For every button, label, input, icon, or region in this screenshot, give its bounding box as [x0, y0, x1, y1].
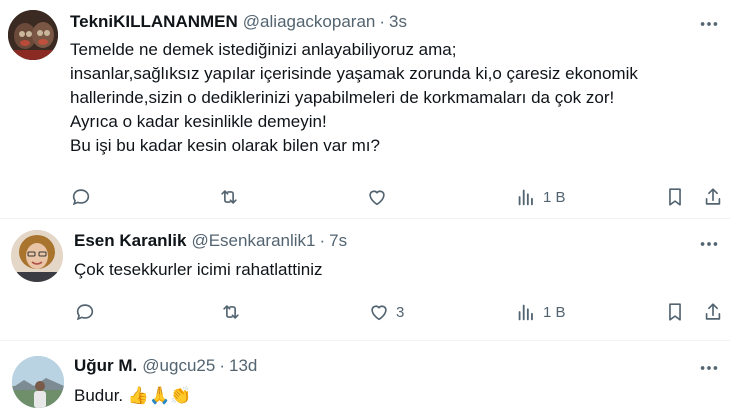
reply-icon — [74, 301, 96, 323]
more-horizontal-icon — [698, 13, 720, 35]
like-button[interactable] — [366, 182, 394, 212]
like-count: 3 — [396, 303, 405, 321]
share-button[interactable] — [702, 297, 724, 327]
views-icon — [515, 301, 537, 323]
more-options-button[interactable] — [696, 358, 722, 378]
retweet-icon — [220, 301, 242, 323]
action-bar: 3 1 B — [0, 297, 730, 327]
separator-dot: · — [379, 12, 386, 31]
heart-icon — [366, 186, 388, 208]
timestamp[interactable]: 3s — [389, 12, 407, 32]
tweet[interactable]: TekniKILLANANMEN @aliagackoparan · 3s Te… — [0, 0, 730, 218]
reply-button[interactable] — [74, 297, 102, 327]
retweet-button[interactable] — [220, 297, 248, 327]
avatar[interactable] — [12, 356, 64, 408]
tweet-text-line: Bu işi bu kadar kesin olarak bilen var m… — [70, 136, 380, 155]
views-count: 1 B — [543, 303, 566, 321]
views-button[interactable]: 1 B — [515, 297, 566, 327]
action-bar: 1 B — [0, 182, 730, 212]
tweet-text-line: Temelde ne demek istediğinizi anlayabili… — [70, 40, 457, 59]
bookmark-button[interactable] — [664, 297, 686, 327]
display-name[interactable]: TekniKILLANANMEN — [70, 12, 238, 32]
views-count: 1 B — [543, 188, 566, 206]
tweet-text-line: insanlar,sağlıksız yapılar içerisinde ya… — [70, 64, 638, 83]
share-button[interactable] — [702, 182, 724, 212]
reply-button[interactable] — [70, 182, 98, 212]
tweet[interactable]: Uğur M. @ugcu25 · 13d Budur. 👍🙏👏 — [0, 341, 730, 420]
tweet-text: Çok tesekkurler icimi rahatlattiniz — [74, 258, 322, 282]
timestamp[interactable]: 13d — [229, 356, 257, 376]
user-handle[interactable]: @Esenkaranlik1 — [191, 231, 315, 251]
display-name[interactable]: Uğur M. — [74, 356, 137, 376]
more-horizontal-icon — [698, 357, 720, 379]
retweet-icon — [218, 186, 240, 208]
bookmark-button[interactable] — [664, 182, 686, 212]
tweet[interactable]: Esen Karanlik @Esenkaranlik1 · 7s Çok te… — [0, 219, 730, 340]
emoji-group: 👍🙏👏 — [127, 386, 192, 405]
tweet-text: Temelde ne demek istediğinizi anlayabili… — [70, 38, 638, 158]
avatar[interactable] — [11, 230, 63, 282]
more-options-button[interactable] — [696, 234, 722, 254]
separator-dot: · — [319, 231, 326, 250]
views-button[interactable]: 1 B — [515, 182, 566, 212]
bookmark-icon — [664, 186, 686, 208]
views-icon — [515, 186, 537, 208]
bookmark-icon — [664, 301, 686, 323]
more-horizontal-icon — [698, 233, 720, 255]
tweet-text: Budur. 👍🙏👏 — [74, 384, 191, 408]
user-handle[interactable]: @ugcu25 — [142, 356, 215, 376]
share-icon — [702, 186, 724, 208]
display-name[interactable]: Esen Karanlik — [74, 231, 186, 251]
tweet-text-line: Çok tesekkurler icimi rahatlattiniz — [74, 260, 323, 279]
retweet-button[interactable] — [218, 182, 246, 212]
share-icon — [702, 301, 724, 323]
timestamp[interactable]: 7s — [329, 231, 347, 251]
heart-icon — [368, 301, 390, 323]
tweet-text-line: Ayrıca o kadar kesinlikle demeyin! — [70, 112, 327, 131]
separator-dot: · — [219, 356, 225, 375]
tweet-text-line: Budur. — [74, 386, 124, 405]
avatar[interactable] — [8, 10, 58, 60]
tweet-text-line: hallerinde,sizin o dediklerinizi yapabil… — [70, 88, 615, 107]
like-button[interactable]: 3 — [368, 297, 404, 327]
user-handle[interactable]: @aliagackoparan — [243, 12, 376, 32]
reply-icon — [70, 186, 92, 208]
more-options-button[interactable] — [696, 14, 722, 34]
